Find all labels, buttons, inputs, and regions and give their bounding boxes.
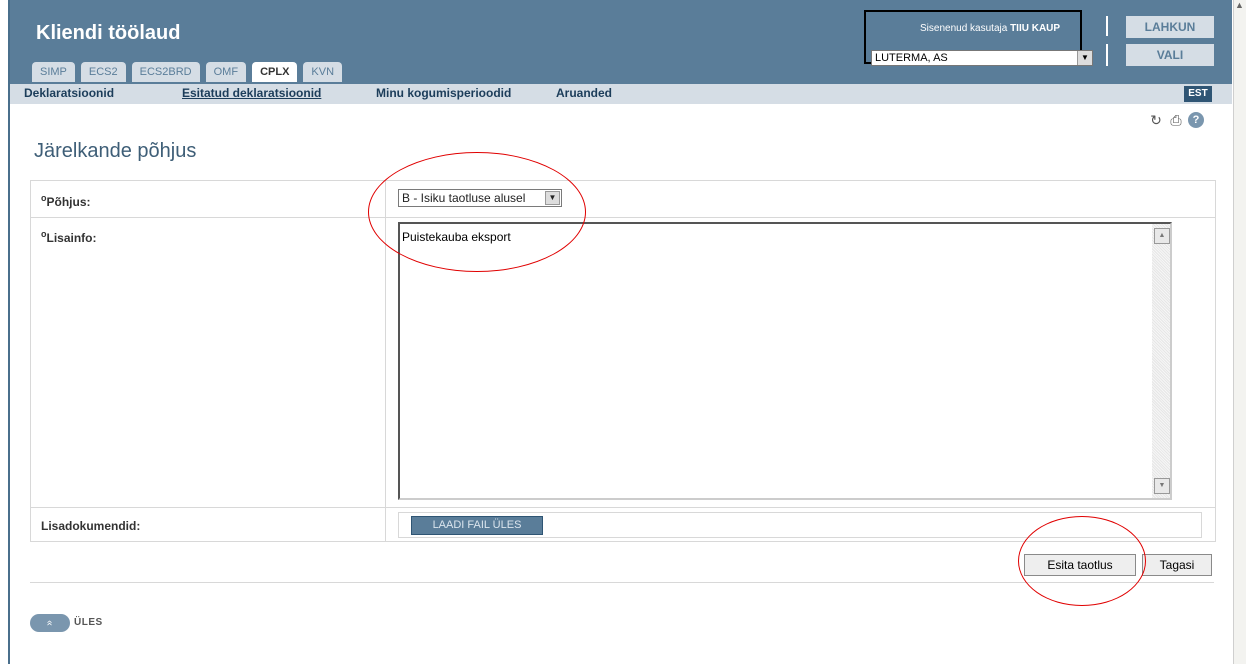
logout-button[interactable]: LAHKUN [1126, 16, 1214, 38]
scroll-up-icon[interactable]: ▲ [1154, 228, 1170, 244]
print-icon[interactable]: ⎙ [1168, 112, 1184, 128]
tab-kvn[interactable]: KVN [303, 62, 343, 82]
page-tools: ↻ ⎙ ? [1148, 112, 1204, 128]
app-title: Kliendi töölaud [36, 22, 181, 44]
reason-label: oPõhjus: [41, 193, 91, 209]
tab-cplx[interactable]: CPLX [252, 62, 298, 82]
module-tabs: SIMP ECS2 ECS2BRD OMF CPLX KVN [32, 62, 348, 82]
upload-file-button[interactable]: LAADI FAIL ÜLES [411, 516, 543, 535]
scroll-to-top-button[interactable]: » [30, 614, 70, 632]
header-divider [1106, 44, 1108, 66]
annotation-circle-reason [368, 152, 586, 272]
nav-bar: Deklaratsioonid Esitatud deklaratsioonid… [10, 84, 1232, 104]
attachments-label: Lisadokumendid: [41, 519, 141, 533]
scroll-up-icon[interactable]: ▲ [1235, 0, 1244, 10]
page-scrollbar[interactable]: ▲ [1233, 0, 1246, 664]
page-title: Järelkande põhjus [34, 140, 197, 162]
info-label: oLisainfo: [41, 229, 97, 245]
chevron-down-icon[interactable]: ▼ [1077, 51, 1092, 65]
company-value: LUTERMA, AS [875, 52, 948, 64]
choose-button[interactable]: VALI [1126, 44, 1214, 66]
user-name: TIIU KAUP [1010, 23, 1061, 34]
form-row-reason: oPõhjus: [31, 181, 1215, 218]
back-button[interactable]: Tagasi [1142, 554, 1212, 576]
scroll-down-icon[interactable]: ▼ [1154, 478, 1170, 494]
header-divider [1106, 16, 1108, 36]
help-icon[interactable]: ? [1188, 112, 1204, 128]
textarea-scrollbar[interactable]: ▲ ▼ [1152, 224, 1170, 498]
refresh-icon[interactable]: ↻ [1148, 112, 1164, 128]
logged-in-user: Sisenenud kasutaja TIIU KAUP [920, 23, 1060, 34]
user-prefix: Sisenenud kasutaja [920, 23, 1008, 34]
annotation-circle-submit [1018, 516, 1146, 606]
tab-omf[interactable]: OMF [205, 62, 247, 82]
nav-declarations[interactable]: Deklaratsioonid [24, 86, 114, 100]
scroll-to-top-label[interactable]: ÜLES [74, 617, 103, 628]
nav-reports[interactable]: Aruanded [556, 86, 612, 100]
nav-submitted-declarations[interactable]: Esitatud deklaratsioonid [182, 86, 321, 100]
tab-simp[interactable]: SIMP [32, 62, 75, 82]
language-button[interactable]: EST [1184, 86, 1212, 102]
tab-ecs2brd[interactable]: ECS2BRD [131, 62, 200, 82]
double-up-icon: » [44, 620, 55, 626]
company-select[interactable]: LUTERMA, AS ▼ [871, 50, 1093, 66]
tab-ecs2[interactable]: ECS2 [80, 62, 126, 82]
nav-collection-periods[interactable]: Minu kogumisperioodid [376, 86, 511, 100]
